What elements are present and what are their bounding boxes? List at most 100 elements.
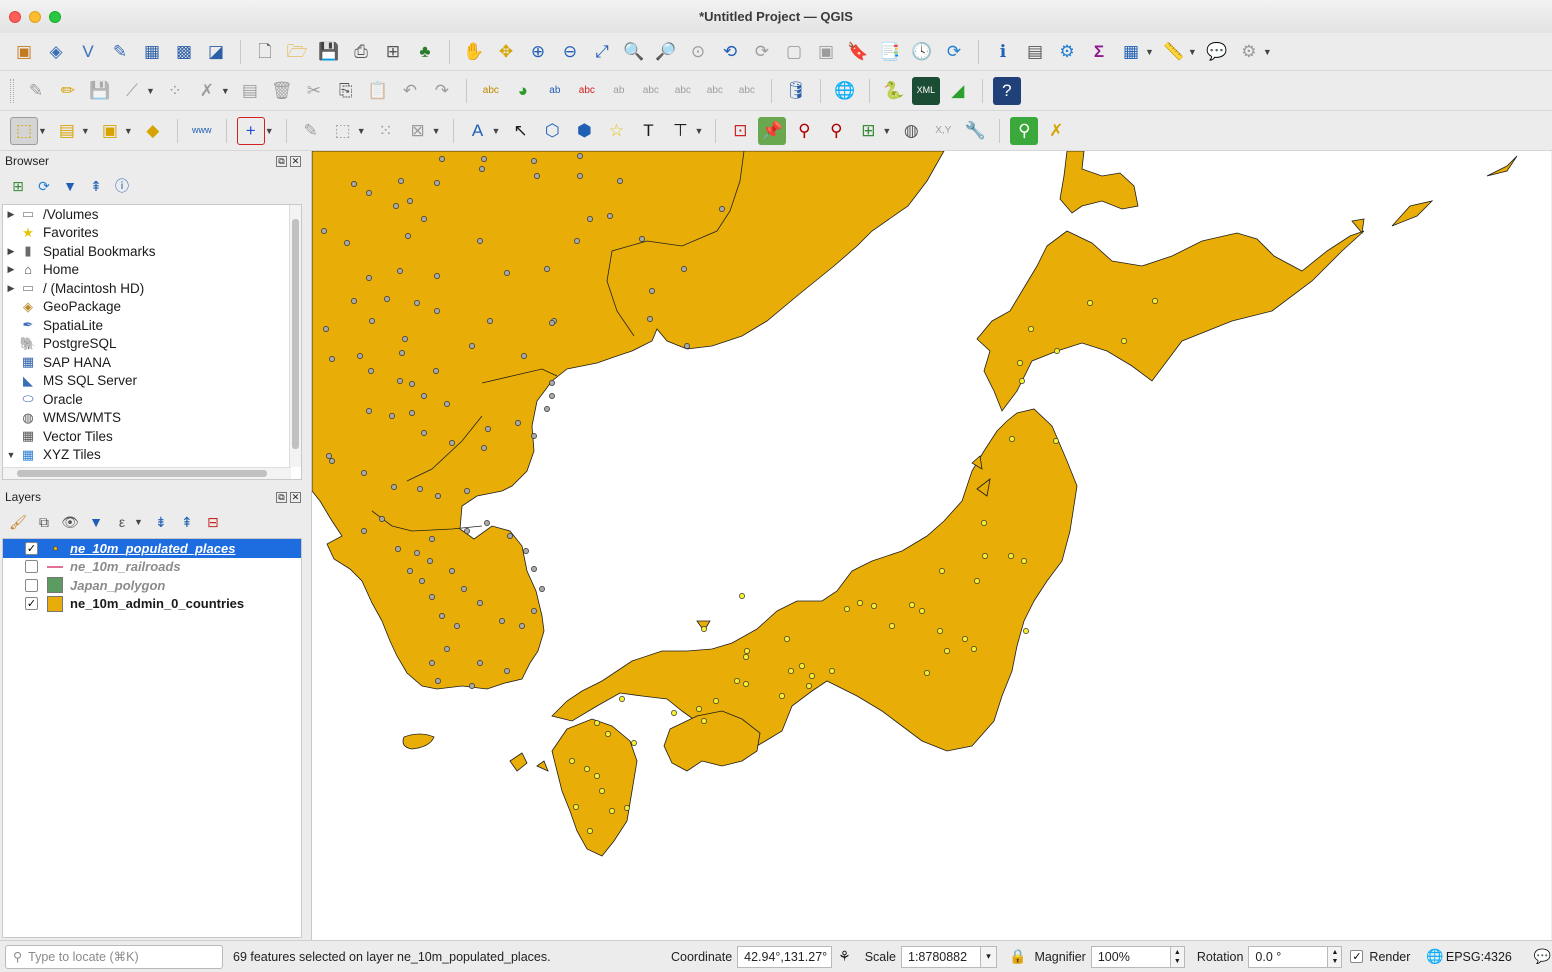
chevron-down-icon[interactable]: ▼ [265, 126, 274, 136]
copy-features-icon[interactable]: ⎘ [332, 77, 360, 105]
toggle-editing-icon[interactable]: ✏ [54, 77, 82, 105]
chevron-down-icon[interactable]: ▼ [492, 126, 501, 136]
add-feature-icon[interactable]: ⊡ [726, 117, 754, 145]
show-bookmarks-icon[interactable]: 📑 [876, 38, 904, 66]
cut-features-icon[interactable]: ✂ [300, 77, 328, 105]
text-tool-icon[interactable]: T [634, 117, 662, 145]
change-label-icon[interactable]: abc [701, 77, 729, 105]
browser-item[interactable]: ▶ ⌂ Home [3, 261, 301, 280]
save-edits-icon[interactable]: 💾 [86, 77, 114, 105]
chevron-down-icon[interactable]: ▼ [1188, 47, 1197, 57]
node-tool-icon[interactable]: ⬡ [538, 117, 566, 145]
measure-icon[interactable]: 📏 [1160, 38, 1188, 66]
paste-features-icon[interactable]: 📋 [364, 77, 392, 105]
zoom-to-selection-icon[interactable]: 🔍 [620, 38, 648, 66]
new-project-icon[interactable]: 🗋 [251, 38, 279, 66]
new-geopackage-layer-icon[interactable]: ◈ [42, 38, 70, 66]
zoom-out-icon[interactable]: ⊖ [556, 38, 584, 66]
layer-row[interactable]: ✓ ne_10m_admin_0_countries [3, 595, 301, 614]
scale-field[interactable]: 1:8780882 [901, 945, 981, 968]
scale-dropdown-button[interactable]: ▾ [981, 945, 997, 968]
layer-row[interactable]: ne_10m_railroads [3, 558, 301, 577]
undo-icon[interactable]: ↶ [396, 77, 424, 105]
layer-visibility-checkbox[interactable]: ✓ [25, 597, 38, 611]
layout-manager-icon[interactable]: ⊞ [379, 38, 407, 66]
zoom-native-icon[interactable]: ⊙ [684, 38, 712, 66]
filter-legend-icon[interactable]: ▼ [86, 512, 106, 532]
digitize-layer-icon[interactable]: ✎ [106, 38, 134, 66]
lock-icon[interactable]: 🔒 [1009, 948, 1026, 965]
refresh-icon[interactable]: ⟳ [34, 176, 54, 196]
browser-item[interactable]: ★ Favorites [3, 224, 301, 243]
add-group-icon[interactable]: ⧉ [34, 512, 54, 532]
advanced-digitize-icon[interactable]: ✎ [297, 117, 325, 145]
layer-row[interactable]: Japan_polygon [3, 576, 301, 595]
browser-item[interactable]: ✒ SpatiaLite [3, 316, 301, 335]
delete-selected-icon[interactable]: 🗑 [268, 77, 296, 105]
qgis-plugin-icon[interactable]: ✗ [1042, 117, 1070, 145]
deselect-icon[interactable]: ▣ [96, 117, 124, 145]
toolbox-icon[interactable]: ⚙ [1053, 38, 1081, 66]
layer-row[interactable]: ✓ ne_10m_populated_places [3, 539, 301, 558]
statistics-icon[interactable]: Σ [1085, 38, 1113, 66]
add-selected-layers-icon[interactable]: ⊞ [8, 176, 28, 196]
browser-item[interactable]: ▦ Vector Tiles [3, 427, 301, 446]
pan-to-selection-icon[interactable]: ✥ [492, 38, 520, 66]
chevron-down-icon[interactable]: ▼ [694, 126, 703, 136]
save-project-icon[interactable]: 💾 [315, 38, 343, 66]
pin-labels-icon[interactable]: ab [541, 77, 569, 105]
chevron-down-icon[interactable]: ▼ [1145, 47, 1154, 57]
browser-item[interactable]: ▶ ▭ / (Macintosh HD) [3, 279, 301, 298]
select-pointer-icon[interactable]: ↖ [506, 117, 534, 145]
coordinate-field[interactable]: 42.94°,131.27° [737, 945, 833, 968]
new-3d-view-icon[interactable]: ▣ [812, 38, 840, 66]
pin-icon[interactable]: 📌 [758, 116, 787, 145]
python-icon[interactable]: 🐍 [880, 77, 908, 105]
zoom-last-icon[interactable]: ⟲ [716, 38, 744, 66]
browser-tree[interactable]: ▶ ▭/Volumes ★ Favorites ▶ ▮ Spatial Bookmarks ▶… [2, 204, 302, 480]
rotation-spinner[interactable]: ▲ ▼ [1328, 945, 1343, 968]
expand-arrow-icon[interactable]: ▶ [3, 246, 19, 257]
filter-icon[interactable]: ▼ [60, 176, 80, 196]
chevron-down-icon[interactable]: ▼ [146, 86, 155, 96]
toolbar-grip[interactable] [10, 78, 14, 103]
browser-item[interactable]: ⬭ Oracle [3, 390, 301, 409]
select-location-icon[interactable]: ◆ [139, 117, 167, 145]
browser-item[interactable]: ◈ GeoPackage [3, 298, 301, 317]
chevron-down-icon[interactable]: ▼ [38, 126, 47, 136]
browser-item[interactable]: ▶ ▭ /Volumes [3, 205, 301, 224]
style-layer-icon[interactable]: 🖌 [8, 512, 28, 532]
zoom-to-layer-icon[interactable]: 🔎 [652, 38, 680, 66]
expand-all-icon[interactable]: ⇟ [151, 512, 171, 532]
float-panel-button[interactable]: ⧉ [276, 491, 287, 503]
vertex-tool-icon[interactable]: ⁘ [161, 77, 189, 105]
mesh-layer-icon[interactable]: ▩ [170, 38, 198, 66]
layer-visibility-checkbox[interactable] [25, 578, 38, 592]
redo-icon[interactable]: ↷ [428, 77, 456, 105]
refresh-icon[interactable]: ⟳ [940, 38, 968, 66]
add-raster-icon[interactable]: ▦ [138, 38, 166, 66]
locator-icon[interactable]: ⚲ [1010, 116, 1039, 145]
search-map-icon[interactable]: ⚲ [790, 117, 818, 145]
browser-item[interactable]: ▦ SAP HANA [3, 353, 301, 372]
locator-search-input[interactable]: ⚲ Type to locate (⌘K) [5, 944, 223, 969]
offset-curve-icon[interactable]: ⁙ [372, 117, 400, 145]
chevron-down-icon[interactable]: ▼ [81, 126, 90, 136]
map-canvas[interactable] [311, 151, 1551, 940]
xy-tool-icon[interactable]: X,Y [929, 117, 957, 145]
modify-attributes-icon[interactable]: ✗ [193, 77, 221, 105]
filter-expression-icon[interactable]: ε [112, 512, 132, 532]
browser-item[interactable]: ▶ ▮ Spatial Bookmarks [3, 242, 301, 261]
manage-visibility-icon[interactable]: 👁 [60, 512, 80, 532]
browser-item[interactable]: ◣ MS SQL Server [3, 372, 301, 391]
virtual-layer-icon[interactable]: ◪ [202, 38, 230, 66]
highlight-labels-icon[interactable]: abc [573, 77, 601, 105]
browser-horizontal-scrollbar[interactable] [3, 467, 291, 479]
mapserver-icon[interactable]: 🌐 [831, 77, 859, 105]
label-properties-icon[interactable]: abc [733, 77, 761, 105]
magnifier-field[interactable]: 100% [1090, 945, 1171, 968]
layer-visibility-checkbox[interactable] [25, 560, 38, 574]
new-bookmark-icon[interactable]: 🔖 [844, 38, 872, 66]
chevron-down-icon[interactable]: ▼ [134, 517, 143, 527]
data-source-manager-icon[interactable]: ▣ [10, 38, 38, 66]
